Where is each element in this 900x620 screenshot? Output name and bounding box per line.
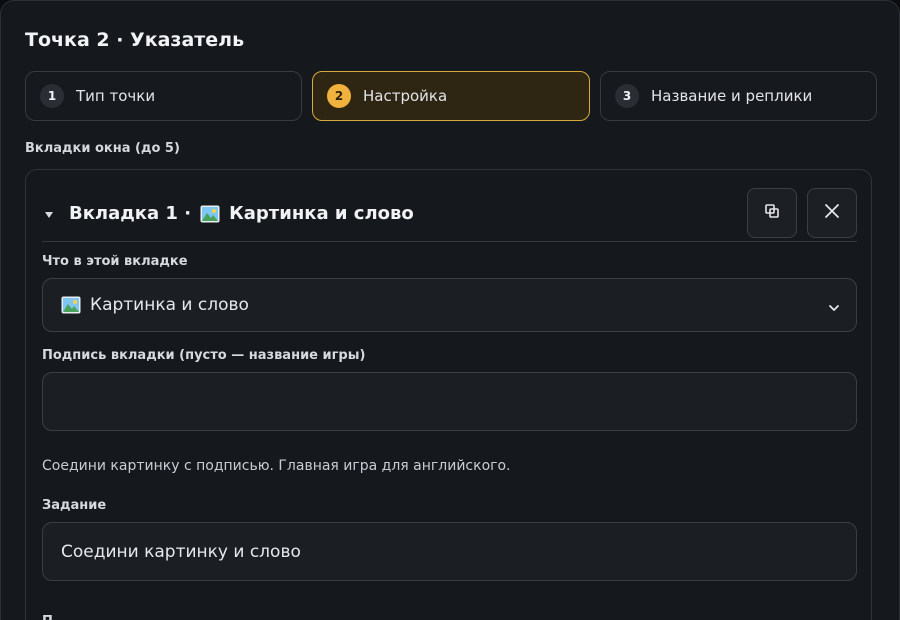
picture-emoji-icon	[200, 205, 220, 223]
step-label: Тип точки	[76, 87, 156, 105]
triangle-down-icon[interactable]	[42, 208, 56, 222]
step-1-tab[interactable]: 1 Тип точки	[25, 71, 302, 121]
step-2-tab[interactable]: 2 Настройка	[312, 71, 590, 121]
tab-card: Вкладка 1 · Картинка и слово Что в этой …	[25, 169, 872, 620]
remove-tab-button[interactable]	[807, 188, 857, 238]
page-title: Точка 2 · Указатель	[25, 29, 245, 51]
tab-title: Вкладка 1 · Картинка и слово	[69, 203, 414, 224]
step-label: Название и реплики	[651, 87, 813, 105]
content-type-select[interactable]: Картинка и слово	[42, 278, 857, 332]
step-number: 1	[40, 84, 64, 108]
close-icon	[824, 203, 840, 223]
step-number: 2	[327, 84, 351, 108]
chevron-down-icon	[828, 299, 840, 311]
tab-title-type: Картинка и слово	[229, 203, 414, 224]
content-type-value: Картинка и слово	[90, 295, 249, 315]
picture-emoji-icon	[61, 296, 81, 314]
step-label: Настройка	[363, 87, 448, 105]
caption-label: Подпись вкладки (пусто — название игры)	[42, 348, 366, 363]
tab-card-header[interactable]: Вкладка 1 · Картинка и слово	[42, 188, 857, 242]
tabs-section-label: Вкладки окна (до 5)	[25, 141, 180, 156]
step-number: 3	[615, 84, 639, 108]
content-type-label: Что в этой вкладке	[42, 254, 188, 269]
task-label: Задание	[42, 498, 107, 513]
game-hint: Соедини картинку с подписью. Главная игр…	[42, 458, 511, 474]
duplicate-icon	[764, 203, 780, 223]
next-field-label: П	[42, 614, 53, 620]
step-3-tab[interactable]: 3 Название и реплики	[600, 71, 877, 121]
duplicate-tab-button[interactable]	[747, 188, 797, 238]
tab-title-prefix: Вкладка 1 ·	[69, 203, 192, 224]
wizard-panel: Точка 2 · Указатель 1 Тип точки 2 Настро…	[0, 0, 900, 620]
caption-input[interactable]	[42, 372, 857, 431]
task-input[interactable]: Соедини картинку и слово	[42, 522, 857, 581]
